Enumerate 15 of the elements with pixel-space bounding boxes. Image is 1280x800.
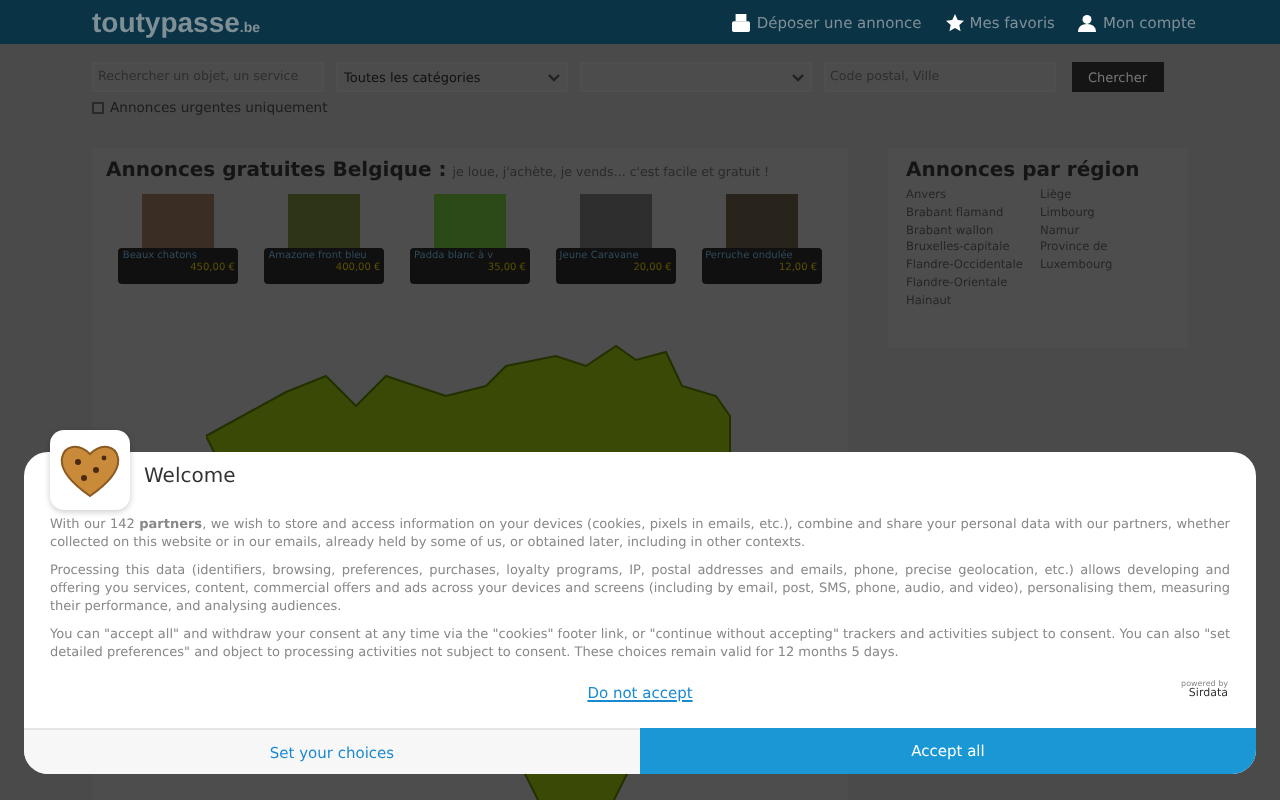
page-title: Annonces gratuites Belgique :: [106, 160, 447, 182]
printer-icon: [732, 13, 751, 31]
dialog-title: Welcome: [144, 466, 238, 492]
listing-photo[interactable]: [725, 194, 798, 248]
listing-photo[interactable]: [142, 194, 215, 248]
chevron-icon: [548, 73, 560, 81]
user-icon: [1078, 13, 1097, 31]
listing-photo[interactable]: [579, 194, 652, 248]
listing-photo[interactable]: [433, 194, 506, 248]
chevron-icon: [792, 73, 804, 81]
listing-photo[interactable]: [288, 194, 361, 248]
regions-title: Annonces par région: [906, 160, 1142, 182]
region-select[interactable]: [580, 62, 812, 92]
urgent-checkbox[interactable]: [92, 102, 104, 114]
star-icon: [945, 13, 964, 31]
